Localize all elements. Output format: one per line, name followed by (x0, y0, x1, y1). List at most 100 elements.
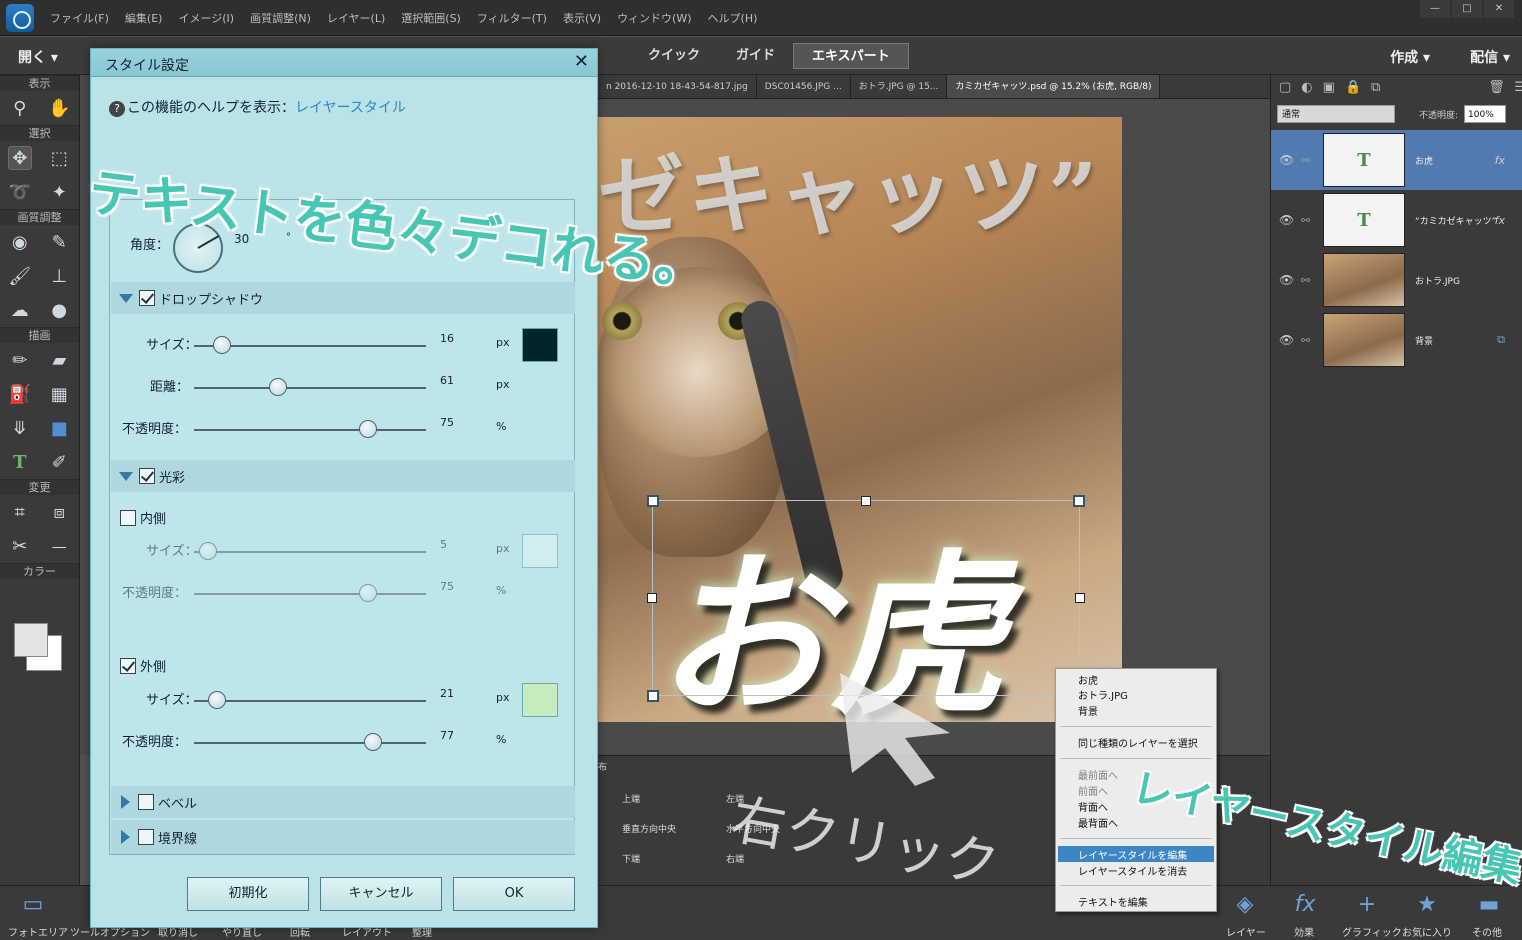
menu-select[interactable]: 選択範囲(S) (401, 10, 461, 26)
eye-icon[interactable]: 👁 (1279, 273, 1294, 287)
link-icon[interactable]: ⚯ (1301, 274, 1310, 287)
menu-image[interactable]: イメージ(I) (178, 10, 234, 26)
pencil-tool-icon[interactable]: ✐ (47, 450, 71, 474)
ctx-bring-to-front[interactable]: 最前面へ (1078, 767, 1118, 782)
create-button[interactable]: 作成 ▾ (1390, 47, 1430, 67)
paint-bucket-icon[interactable]: ⛽ (8, 382, 32, 406)
straighten-tool-icon[interactable]: ⏤ (47, 534, 71, 558)
lasso-tool-icon[interactable]: ➰ (8, 180, 32, 204)
menu-filter[interactable]: フィルター(T) (477, 10, 547, 26)
link-icon[interactable]: ⚯ (1301, 334, 1310, 347)
mode-guided[interactable]: ガイド (718, 43, 793, 69)
transform-bounding-box[interactable] (652, 500, 1080, 696)
stroke-checkbox[interactable] (138, 829, 154, 845)
layers-tab-label[interactable]: レイヤー (1226, 924, 1266, 939)
layer-row[interactable]: 👁 ⚯ T お虎 fx (1271, 130, 1522, 190)
outer-color-swatch[interactable] (522, 683, 558, 717)
ok-button[interactable]: OK (453, 877, 575, 911)
collapse-triangle-icon[interactable] (119, 293, 133, 303)
layer-mask-icon[interactable]: ▣ (1323, 80, 1335, 96)
lock-all-icon[interactable]: ⧉ (1371, 80, 1380, 96)
effects-tab-label[interactable]: 効果 (1294, 924, 1314, 939)
inner-opacity-slider[interactable] (359, 584, 377, 602)
doc-tab-1[interactable]: n 2016-12-10 18-43-54-817.jpg (598, 75, 757, 98)
eraser-tool-icon[interactable]: ▰ (47, 348, 71, 372)
transform-handle[interactable] (861, 496, 871, 506)
graphics-tab-label[interactable]: グラフィック (1342, 924, 1402, 939)
ds-opacity-track[interactable] (194, 429, 426, 431)
doc-tab-2[interactable]: DSC01456.JPG ... (757, 75, 851, 98)
fx-icon[interactable]: fx (1495, 154, 1505, 167)
menu-help[interactable]: ヘルプ(H) (708, 10, 758, 26)
menu-edit[interactable]: 編集(E) (125, 10, 163, 26)
outer-size-slider[interactable] (208, 691, 227, 709)
ctx-send-to-back[interactable]: 最背面へ (1078, 815, 1118, 830)
drop-shadow-checkbox[interactable] (139, 290, 155, 306)
mode-expert[interactable]: エキスパート (793, 43, 909, 69)
move-tool-icon[interactable]: ✥ (7, 146, 32, 170)
adjustment-layer-icon[interactable]: ◐ (1301, 80, 1312, 96)
close-icon[interactable]: ✕ (574, 51, 589, 72)
share-button[interactable]: 配信 ▾ (1470, 47, 1510, 67)
glow-checkbox[interactable] (139, 468, 155, 484)
blend-mode-select[interactable]: 通常 (1277, 105, 1395, 123)
ds-color-swatch[interactable] (522, 328, 558, 362)
menu-layer[interactable]: レイヤー(L) (327, 10, 385, 26)
mode-quick[interactable]: クイック (630, 43, 718, 69)
drop-shadow-header[interactable]: ドロップシャドウ (111, 282, 575, 314)
type-tool-icon[interactable]: T (8, 450, 32, 474)
ctx-layer-background[interactable]: 背景 (1078, 703, 1098, 718)
bevel-header[interactable]: ベベル (111, 786, 575, 818)
cancel-button[interactable]: キャンセル (320, 877, 442, 911)
photo-bin-label[interactable]: フォトエリア (8, 924, 68, 939)
link-icon[interactable]: ⚯ (1301, 154, 1310, 167)
help-link[interactable]: レイヤースタイル (295, 100, 406, 116)
inner-glow-row[interactable]: 内側 (120, 508, 166, 527)
marquee-tool-icon[interactable]: ⬚ (47, 146, 71, 170)
bevel-checkbox[interactable] (138, 794, 154, 810)
outer-size-track[interactable] (194, 700, 426, 702)
menu-enhance[interactable]: 画質調整(N) (250, 10, 311, 26)
sponge-tool-icon[interactable]: ● (47, 298, 71, 322)
smart-brush-icon[interactable]: 🖌 (8, 264, 32, 288)
favorites-tab-label[interactable]: お気に入り (1402, 924, 1452, 939)
align-top-button[interactable]: 上端 (622, 792, 640, 805)
magic-wand-icon[interactable]: ✦ (47, 180, 71, 204)
close-window-button[interactable]: ✕ (1484, 0, 1514, 18)
shape-tool-icon[interactable]: ■ (47, 416, 71, 440)
healing-brush-icon[interactable]: ✎ (47, 230, 71, 254)
doc-tab-4[interactable]: カミカゼキャッツ.psd @ 15.2% (お虎, RGB/8) (947, 75, 1161, 98)
reset-button[interactable]: 初期化 (187, 877, 309, 911)
crop-tool-icon[interactable]: ⌗ (8, 500, 32, 524)
inner-opacity-track[interactable] (194, 593, 426, 595)
eye-icon[interactable]: 👁 (1279, 153, 1294, 167)
open-button[interactable]: 開く ▾ (18, 47, 58, 67)
outer-opacity-slider[interactable] (363, 733, 382, 751)
align-vcenter-button[interactable]: 垂直方向中央 (622, 822, 676, 835)
collapse-triangle-icon[interactable] (119, 471, 133, 481)
foreground-color-swatch[interactable] (14, 623, 48, 657)
zoom-tool-icon[interactable]: ⚲ (8, 96, 32, 120)
ctx-layer-otora[interactable]: お虎 (1078, 672, 1098, 687)
eye-icon[interactable]: 👁 (1279, 213, 1294, 227)
transform-handle[interactable] (1075, 593, 1085, 603)
photo-bin-icon[interactable]: ▭ (18, 892, 48, 920)
layer-row[interactable]: 👁 ⚯ T “カミカゼキャッツ” fx (1271, 190, 1522, 250)
menu-view[interactable]: 表示(V) (563, 10, 601, 26)
trash-icon[interactable]: 🗑 (1488, 80, 1505, 96)
outer-opacity-track[interactable] (194, 742, 426, 744)
outer-glow-row[interactable]: 外側 (120, 656, 166, 675)
glow-header[interactable]: 光彩 (111, 460, 575, 492)
ds-distance-value[interactable]: 61 (440, 374, 454, 387)
ds-distance-slider[interactable] (268, 378, 287, 396)
opacity-input[interactable]: 100% (1464, 105, 1507, 123)
new-layer-icon[interactable]: ▢ (1279, 80, 1291, 96)
recompose-tool-icon[interactable]: ⧈ (47, 500, 71, 524)
maximize-button[interactable]: □ (1452, 0, 1482, 18)
background-lock-icon[interactable]: ⧉ (1497, 333, 1505, 347)
menu-window[interactable]: ウィンドウ(W) (617, 10, 691, 26)
ctx-edit-layer-style[interactable]: レイヤースタイルを編集 (1078, 847, 1187, 862)
eyedropper-icon[interactable]: ⤋ (8, 416, 32, 440)
red-eye-tool-icon[interactable]: ◉ (8, 230, 32, 254)
effects-icon[interactable]: fx (1290, 892, 1320, 920)
